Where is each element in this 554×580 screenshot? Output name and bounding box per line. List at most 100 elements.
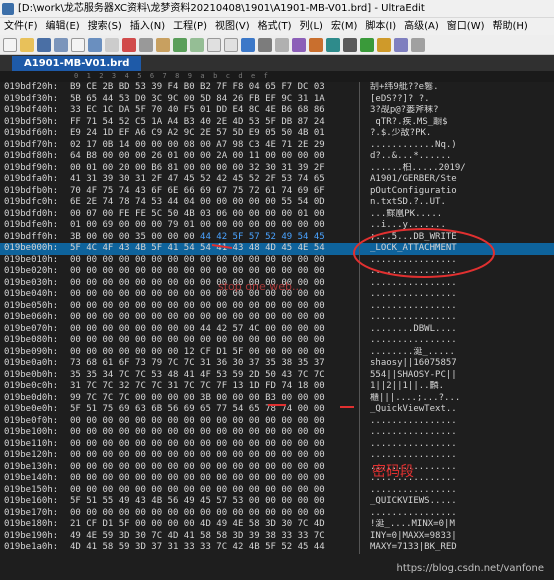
row-ascii[interactable]: ................ — [370, 289, 550, 301]
hex-row[interactable]: 019bdf70h: 02 17 0B 14 00 00 00 08 00 A7 … — [0, 139, 554, 152]
hex-row[interactable]: 019be020h: 00 00 00 00 00 00 00 00 00 00 … — [0, 266, 554, 278]
hex-row[interactable]: 019bdf30h: 5B 65 44 53 D0 3C 9C 00 5D 84 … — [0, 93, 554, 106]
row-hex-bytes[interactable]: FF 71 54 52 C5 1A A4 B3 40 2E 4D 53 5F D… — [70, 117, 360, 129]
compare-icon[interactable] — [343, 37, 357, 52]
settings-icon[interactable] — [411, 37, 425, 52]
hex-editor[interactable]: 019bdf20h: B9 CE 2B BD 53 39 F4 B0 B2 7F … — [0, 82, 554, 580]
hex-row[interactable]: 019be180h: 21 CF D1 5F 00 00 00 00 4D 49 … — [0, 519, 554, 531]
row-ascii[interactable]: INY=0|MAXX=9833| — [370, 531, 550, 543]
menu-search[interactable]: 搜索(S) — [84, 18, 126, 35]
hex-row[interactable]: 019bdf40h: 33 EC 1C DA 5F 70 40 F5 01 DD … — [0, 105, 554, 117]
menu-macro[interactable]: 宏(M) — [327, 18, 361, 35]
hex-row[interactable]: 019be070h: 00 00 00 00 00 00 00 00 44 42 … — [0, 323, 554, 336]
undo-icon[interactable] — [173, 37, 187, 52]
menu-script[interactable]: 脚本(I) — [361, 18, 400, 35]
hex-row[interactable]: 019be0a0h: 73 68 61 6F 73 79 7C 7C 31 36 … — [0, 358, 554, 370]
line-numbers-icon[interactable] — [275, 37, 289, 52]
new-file-icon[interactable] — [3, 37, 17, 52]
row-hex-bytes[interactable]: 00 00 00 00 00 00 00 00 00 00 00 00 00 0… — [70, 462, 360, 474]
row-ascii[interactable]: _QuickViewText.. — [370, 404, 550, 416]
find-icon[interactable] — [207, 37, 221, 52]
cut-icon[interactable] — [122, 37, 136, 52]
row-ascii[interactable]: d?..&...*...... — [370, 151, 550, 163]
row-ascii[interactable]: ............Nq.) — [370, 140, 550, 152]
hex-row[interactable]: 019be0e0h: 5F 51 75 69 63 6B 56 69 65 77 … — [0, 404, 554, 416]
row-hex-bytes[interactable]: B9 CE 2B BD 53 39 F4 B0 B2 7F F8 04 65 F… — [70, 82, 360, 94]
menu-file[interactable]: 文件(F) — [0, 18, 42, 35]
hex-row[interactable]: 019be1a0h: 4D 41 58 59 3D 37 31 33 33 7C … — [0, 542, 554, 554]
macro-record-icon[interactable] — [309, 37, 323, 52]
row-ascii[interactable]: shaosy||16075857 — [370, 358, 550, 370]
row-ascii[interactable]: _LOCK_ATTACHMENT — [370, 243, 550, 255]
row-ascii[interactable]: ..i...y....... — [370, 220, 550, 232]
copy-icon[interactable] — [139, 37, 153, 52]
close-file-icon[interactable] — [71, 37, 85, 52]
row-hex-bytes[interactable]: 00 00 00 00 00 00 00 00 00 00 00 00 00 0… — [70, 255, 360, 267]
row-hex-bytes[interactable]: 00 00 00 00 00 00 00 00 00 00 00 00 00 0… — [70, 289, 360, 301]
row-ascii[interactable]: ?.$.少敌?PK. — [370, 128, 550, 140]
row-hex-bytes[interactable]: 02 17 0B 14 00 00 00 08 00 A7 98 C3 4E 7… — [70, 140, 360, 152]
hex-row[interactable]: 019be050h: 00 00 00 00 00 00 00 00 00 00 … — [0, 300, 554, 313]
hex-row[interactable]: 019bdf50h: FF 71 54 52 C5 1A A4 B3 40 2E … — [0, 116, 554, 129]
row-ascii[interactable]: ................ — [370, 508, 550, 520]
row-ascii[interactable]: ................ — [370, 266, 550, 278]
macro-play-icon[interactable] — [326, 37, 340, 52]
row-ascii[interactable]: MAXY=7133|BK_RED — [370, 542, 550, 554]
row-hex-bytes[interactable]: 5F 4C 4F 43 4B 5F 41 54 54 41 43 48 4D 4… — [70, 243, 360, 255]
row-ascii[interactable]: 刮+纬9舭??e鬈. — [370, 82, 550, 94]
hex-row[interactable]: 019bdf60h: E9 24 1D EF A6 C9 A2 9C 2E 57 … — [0, 128, 554, 140]
row-ascii[interactable]: ................ — [370, 301, 550, 313]
menu-advanced[interactable]: 高级(A) — [400, 18, 443, 35]
row-ascii[interactable]: ;...5...DB_WRITE — [370, 232, 550, 244]
row-ascii[interactable]: ................ — [370, 416, 550, 428]
row-ascii[interactable]: ................ — [370, 312, 550, 324]
row-hex-bytes[interactable]: 00 00 00 00 00 00 00 00 00 00 00 00 00 0… — [70, 301, 360, 313]
row-ascii[interactable]: ................ — [370, 439, 550, 451]
row-hex-bytes[interactable]: 00 00 00 00 00 00 00 12 CF D1 5F 00 00 0… — [70, 347, 360, 359]
row-hex-bytes[interactable]: 21 CF D1 5F 00 00 00 00 4D 49 4E 58 3D 3… — [70, 519, 360, 531]
row-hex-bytes[interactable]: 00 00 00 00 00 00 00 00 00 00 00 00 00 0… — [70, 266, 360, 278]
menu-view[interactable]: 视图(V) — [211, 18, 254, 35]
hex-row[interactable]: 019bdfc0h: 6E 2E 74 78 74 53 44 04 00 00 … — [0, 197, 554, 209]
word-wrap-icon[interactable] — [258, 37, 272, 52]
row-hex-bytes[interactable]: 00 00 00 00 00 00 00 00 44 42 57 4C 00 0… — [70, 324, 360, 336]
hex-row[interactable]: 019be080h: 00 00 00 00 00 00 00 00 00 00 … — [0, 335, 554, 347]
row-hex-bytes[interactable]: 73 68 61 6F 73 79 7C 7C 31 36 30 37 35 3… — [70, 358, 360, 370]
hex-row[interactable]: 019be090h: 00 00 00 00 00 00 00 12 CF D1 … — [0, 346, 554, 359]
row-ascii[interactable]: ........DBWL.... — [370, 324, 550, 336]
menu-edit[interactable]: 编辑(E) — [42, 18, 84, 35]
row-hex-bytes[interactable]: 00 00 00 00 00 00 00 00 00 00 00 00 00 0… — [70, 508, 360, 520]
row-ascii[interactable]: ......桕.....2019/ — [370, 163, 550, 175]
hex-row[interactable]: 019be170h: 00 00 00 00 00 00 00 00 00 00 … — [0, 507, 554, 520]
hex-row[interactable]: 019be010h: 00 00 00 00 00 00 00 00 00 00 … — [0, 254, 554, 267]
row-hex-bytes[interactable]: 00 01 00 20 00 B6 81 00 00 00 00 32 30 3… — [70, 163, 360, 175]
row-ascii[interactable]: ................ — [370, 255, 550, 267]
row-ascii[interactable]: 櫃|||....;...?... — [370, 393, 550, 405]
row-hex-bytes[interactable]: 00 00 00 00 00 00 00 00 00 00 00 00 00 0… — [70, 416, 360, 428]
hex-row[interactable]: 019be0d0h: 99 7C 7C 7C 00 00 00 00 3B 00 … — [0, 392, 554, 405]
hex-row[interactable]: 019be0f0h: 00 00 00 00 00 00 00 00 00 00 … — [0, 415, 554, 428]
hex-row[interactable]: 019be0b0h: 35 35 34 7C 7C 53 48 41 4F 53 … — [0, 369, 554, 381]
row-ascii[interactable]: qTR?.疾.MS_蹰$ — [370, 117, 550, 129]
row-hex-bytes[interactable]: 5B 65 44 53 D0 3C 9C 00 5D 84 26 FB EF 9… — [70, 94, 360, 106]
row-hex-bytes[interactable]: 99 7C 7C 7C 00 00 00 00 3B 00 00 00 B3 0… — [70, 393, 360, 405]
row-ascii[interactable]: ........涎_..... — [370, 347, 550, 359]
row-hex-bytes[interactable]: 70 4F 75 74 43 6F 6E 66 69 67 75 72 61 7… — [70, 186, 360, 198]
row-ascii[interactable]: 3?觇p@?蒌斧秣? — [370, 105, 550, 117]
print-icon[interactable] — [88, 37, 102, 52]
redo-icon[interactable] — [190, 37, 204, 52]
column-mode-icon[interactable] — [292, 37, 306, 52]
row-hex-bytes[interactable]: 5F 51 75 69 63 6B 56 69 65 77 54 65 78 7… — [70, 404, 360, 416]
hex-row[interactable]: 019bdf20h: B9 CE 2B BD 53 39 F4 B0 B2 7F … — [0, 82, 554, 94]
row-ascii[interactable]: ................ — [370, 278, 550, 290]
row-ascii[interactable]: A1901/GERBER/Ste — [370, 174, 550, 186]
hex-row[interactable]: 019bdfe0h: 01 00 69 00 00 00 79 01 00 00 … — [0, 220, 554, 232]
save-all-icon[interactable] — [54, 37, 68, 52]
menu-help[interactable]: 帮助(H) — [489, 18, 532, 35]
row-hex-bytes[interactable]: 6E 2E 74 78 74 53 44 04 00 00 00 00 00 5… — [70, 197, 360, 209]
menu-insert[interactable]: 插入(N) — [126, 18, 169, 35]
hex-row[interactable]: 019bdfa0h: 41 31 39 30 31 2F 47 45 52 42 … — [0, 174, 554, 186]
hex-row[interactable]: 019bdfb0h: 70 4F 75 74 43 6F 6E 66 69 67 … — [0, 185, 554, 198]
hex-row[interactable]: 019be130h: 00 00 00 00 00 00 00 00 00 00 … — [0, 461, 554, 474]
row-hex-bytes[interactable]: 31 7C 7C 32 7C 7C 31 7C 7C 7F 13 1D FD 7… — [70, 381, 360, 393]
